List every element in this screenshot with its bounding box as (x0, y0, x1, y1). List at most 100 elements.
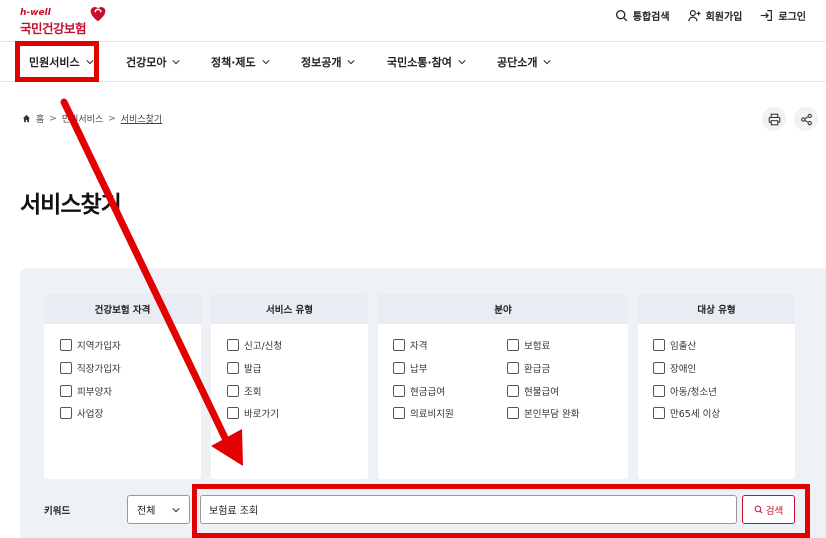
login-icon (761, 10, 773, 21)
share-button[interactable] (794, 107, 818, 131)
checkbox-field-3[interactable]: 환급금 (507, 361, 550, 375)
checkbox-box[interactable] (507, 407, 519, 419)
option-label: 납부 (410, 364, 428, 375)
checkbox-box[interactable] (227, 407, 239, 419)
option-label: 사업장 (77, 409, 104, 420)
logo-name: 국민건강보험 (20, 21, 87, 36)
checkbox-field-7[interactable]: 본인부담 완화 (507, 406, 579, 420)
checkbox-box[interactable] (393, 407, 405, 419)
page-title: 서비스찾기 (20, 192, 122, 218)
option-label: 만65세 이상 (670, 409, 721, 420)
nav-item-about[interactable]: 공단소개 (497, 42, 552, 81)
checkbox-field-4[interactable]: 현금급여 (393, 384, 445, 398)
option-label: 보험료 (524, 341, 551, 352)
chevron-down-icon (172, 507, 180, 512)
breadcrumb-level1[interactable]: 민원서비스 (62, 112, 103, 125)
breadcrumb-separator: > (108, 113, 116, 124)
checkbox-box[interactable] (393, 385, 405, 397)
breadcrumb-current[interactable]: 서비스찾기 (121, 112, 162, 125)
option-label: 신고/신청 (244, 341, 283, 352)
nav-label: 국민소통·참여 (387, 55, 452, 69)
checkbox-service-type-1[interactable]: 발급 (227, 361, 261, 375)
integrated-search-label: 통합검색 (632, 12, 670, 23)
home-icon (22, 114, 31, 123)
signup-link[interactable]: 회원가입 (687, 8, 742, 23)
login-link[interactable]: 로그인 (760, 8, 806, 23)
checkbox-target-1[interactable]: 장애인 (653, 361, 696, 375)
nav-item-civil-service[interactable]: 민원서비스 (29, 42, 94, 81)
nav-label: 민원서비스 (29, 55, 80, 69)
keyword-input[interactable] (200, 495, 737, 524)
checkbox-eligibility-1[interactable]: 직장가입자 (60, 361, 121, 375)
keyword-scope-select[interactable]: 전체 (127, 495, 190, 524)
checkbox-target-3[interactable]: 만65세 이상 (653, 406, 720, 420)
checkbox-box[interactable] (653, 339, 665, 351)
checkbox-box[interactable] (393, 339, 405, 351)
checkbox-box[interactable] (507, 339, 519, 351)
checkbox-box[interactable] (60, 362, 72, 374)
checkbox-box[interactable] (60, 385, 72, 397)
checkbox-field-1[interactable]: 보험료 (507, 338, 550, 352)
search-button[interactable]: 검색 (742, 495, 795, 524)
checkbox-eligibility-0[interactable]: 지역가입자 (60, 338, 121, 352)
option-label: 직장가입자 (77, 364, 121, 375)
option-label: 지역가입자 (77, 341, 121, 352)
checkbox-field-0[interactable]: 자격 (393, 338, 427, 352)
breadcrumb-separator: > (49, 113, 57, 124)
print-button[interactable] (762, 107, 786, 131)
checkbox-eligibility-3[interactable]: 사업장 (60, 406, 103, 420)
checkbox-box[interactable] (60, 407, 72, 419)
nav-item-disclosure[interactable]: 정보공개 (301, 42, 356, 81)
share-icon (800, 113, 812, 125)
nav-item-health[interactable]: 건강모아 (126, 42, 181, 81)
filter-target-title: 대상 유형 (638, 294, 795, 324)
user-plus-icon (687, 10, 701, 22)
nav-item-communication[interactable]: 국민소통·참여 (387, 42, 466, 81)
checkbox-field-6[interactable]: 의료비지원 (393, 406, 454, 420)
checkbox-box[interactable] (507, 362, 519, 374)
logo-tagline: h-well (20, 8, 51, 18)
nav-label: 정보공개 (301, 55, 342, 69)
checkbox-target-2[interactable]: 아동/청소년 (653, 384, 717, 398)
keyword-scope-value: 전체 (137, 506, 156, 517)
checkbox-eligibility-2[interactable]: 피부양자 (60, 384, 112, 398)
option-label: 현물급여 (524, 387, 559, 398)
option-label: 조회 (244, 387, 262, 398)
checkbox-box[interactable] (507, 385, 519, 397)
search-icon (754, 505, 763, 514)
checkbox-target-0[interactable]: 임출산 (653, 338, 696, 352)
keyword-label: 키워드 (44, 506, 71, 517)
page: h-well 국민건강보험 통합검색 회원가입 로그인 민원서비스 건강모아 정… (0, 0, 826, 538)
nav-label: 건강모아 (126, 55, 167, 69)
checkbox-box[interactable] (653, 407, 665, 419)
checkbox-service-type-0[interactable]: 신고/신청 (227, 338, 282, 352)
checkbox-box[interactable] (393, 362, 405, 374)
checkbox-service-type-3[interactable]: 바로가기 (227, 406, 279, 420)
nav-label: 공단소개 (497, 55, 538, 69)
filter-field: 분야 자격 보험료 납부 환급금 현금급여 현물급여 의료비지원 본인부담 완화 (378, 294, 628, 479)
search-icon (615, 9, 628, 22)
integrated-search-link[interactable]: 통합검색 (615, 8, 670, 23)
option-label: 환급금 (524, 364, 551, 375)
checkbox-box[interactable] (653, 362, 665, 374)
search-button-label: 검색 (765, 505, 784, 517)
checkbox-box[interactable] (227, 339, 239, 351)
checkbox-service-type-2[interactable]: 조회 (227, 384, 261, 398)
chevron-down-icon (262, 59, 270, 64)
breadcrumb-home[interactable]: 홈 (36, 112, 44, 125)
option-label: 임출산 (670, 341, 697, 352)
option-label: 본인부담 완화 (524, 409, 580, 420)
breadcrumb: 홈 > 민원서비스 > 서비스찾기 (22, 112, 162, 125)
checkbox-field-5[interactable]: 현물급여 (507, 384, 559, 398)
site-logo[interactable]: h-well 국민건강보험 (20, 4, 115, 36)
checkbox-box[interactable] (227, 385, 239, 397)
filter-service-type-title: 서비스 유형 (211, 294, 368, 324)
chevron-down-icon (458, 59, 466, 64)
checkbox-box[interactable] (60, 339, 72, 351)
nav-item-policy[interactable]: 정책·제도 (211, 42, 270, 81)
checkbox-box[interactable] (653, 385, 665, 397)
filter-target: 대상 유형 임출산 장애인 아동/청소년 만65세 이상 (638, 294, 795, 479)
nav-label: 정책·제도 (211, 55, 256, 69)
checkbox-field-2[interactable]: 납부 (393, 361, 427, 375)
checkbox-box[interactable] (227, 362, 239, 374)
